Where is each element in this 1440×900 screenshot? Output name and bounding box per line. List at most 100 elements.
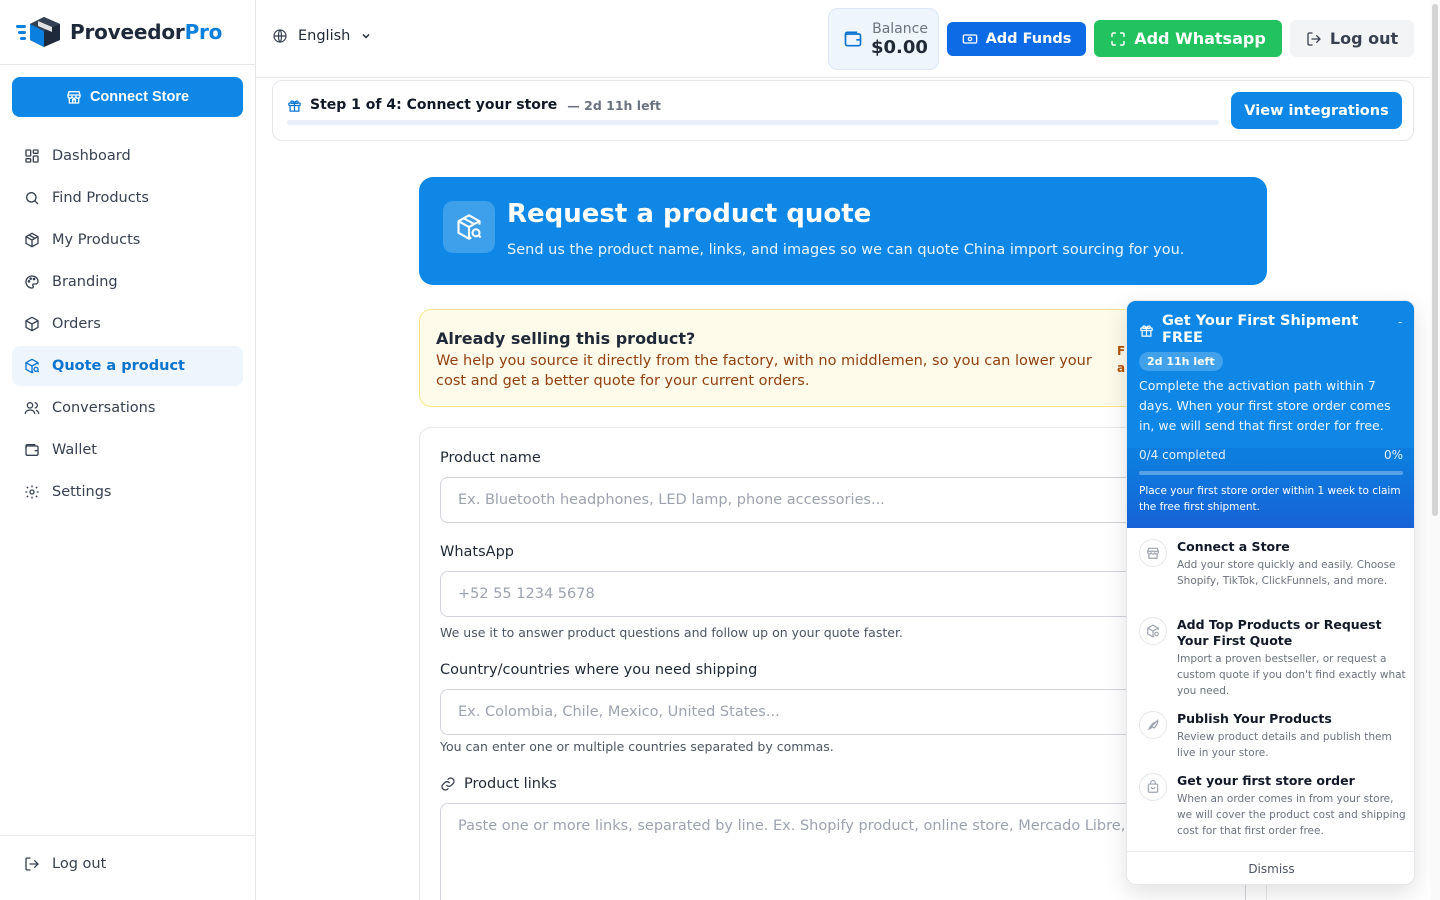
sidebar-item-label: Quote a product bbox=[52, 358, 185, 374]
popup-note: Place your first store order within 1 we… bbox=[1139, 485, 1401, 513]
gift-icon bbox=[1140, 325, 1153, 337]
dismiss-button[interactable]: Dismiss bbox=[1127, 851, 1414, 884]
logout-icon bbox=[1307, 31, 1321, 46]
balance-card[interactable]: Balance $0.00 bbox=[828, 8, 939, 70]
page-title: Request a product quote bbox=[507, 199, 872, 229]
logo-icon bbox=[16, 17, 60, 47]
popup-progress-percent: 0% bbox=[1383, 448, 1403, 462]
scrollbar-thumb[interactable] bbox=[1432, 4, 1438, 516]
connect-store-button[interactable]: Connect Store bbox=[12, 77, 243, 117]
sidebar-item-settings[interactable]: Settings bbox=[12, 472, 243, 512]
balance-value: $0.00 bbox=[871, 36, 928, 58]
sidebar-item-label: Settings bbox=[52, 484, 112, 500]
popup-minimize-button[interactable]: - bbox=[1398, 315, 1402, 329]
brand-name: ProveedorPro bbox=[70, 20, 223, 44]
sidebar-item-dashboard[interactable]: Dashboard bbox=[12, 136, 243, 176]
package-search-icon bbox=[443, 201, 495, 253]
palette-icon bbox=[24, 274, 40, 290]
dashboard-icon bbox=[24, 148, 40, 164]
task-description: When an order comes in from your store, … bbox=[1177, 793, 1406, 837]
language-label: English bbox=[298, 28, 351, 44]
wallet-icon bbox=[844, 31, 862, 47]
package-search-icon bbox=[1139, 617, 1167, 645]
link-icon bbox=[441, 777, 455, 791]
free-shipment-popup: Get Your First Shipment FREE - 2d 11h le… bbox=[1126, 300, 1415, 885]
callout-text: We help you source it directly from the … bbox=[436, 353, 1092, 389]
sidebar-item-branding[interactable]: Branding bbox=[12, 262, 243, 302]
product-links-label-text: Product links bbox=[464, 776, 557, 792]
sidebar-divider bbox=[0, 64, 255, 65]
add-funds-button[interactable]: Add Funds bbox=[947, 22, 1086, 56]
callout-title: Already selling this product? bbox=[436, 329, 696, 348]
product-links-label: Product links bbox=[440, 776, 557, 792]
step-time-left: — 2d 11h left bbox=[567, 97, 661, 113]
sidebar-item-orders[interactable]: Orders bbox=[12, 304, 243, 344]
add-whatsapp-label: Add Whatsapp bbox=[1134, 29, 1266, 48]
gear-icon bbox=[24, 484, 40, 500]
sidebar-logout-label: Log out bbox=[52, 856, 107, 872]
page-subtitle: Send us the product name, links, and ima… bbox=[507, 242, 1185, 258]
language-selector[interactable]: English bbox=[272, 28, 372, 44]
add-funds-label: Add Funds bbox=[985, 31, 1072, 47]
task-description: Review product details and publish them … bbox=[1177, 731, 1392, 759]
task-publish-products[interactable]: Publish Your Products Review product det… bbox=[1139, 711, 1407, 763]
countries-help-text: You can enter one or multiple countries … bbox=[440, 739, 834, 754]
sidebar-item-wallet[interactable]: Wallet bbox=[12, 430, 243, 470]
store-icon bbox=[1139, 539, 1167, 567]
brand-logo[interactable]: ProveedorPro bbox=[16, 14, 222, 50]
quote-hero-banner: Request a product quote Send us the prod… bbox=[419, 177, 1267, 285]
gift-icon bbox=[288, 99, 301, 112]
view-integrations-button[interactable]: View integrations bbox=[1231, 92, 1402, 129]
sidebar-item-conversations[interactable]: Conversations bbox=[12, 388, 243, 428]
store-icon bbox=[67, 91, 81, 104]
sidebar-item-label: My Products bbox=[52, 232, 141, 248]
onboarding-step-banner: Step 1 of 4: Connect your store — 2d 11h… bbox=[272, 80, 1414, 141]
product-name-label: Product name bbox=[440, 450, 541, 466]
countries-label: Country/countries where you need shippin… bbox=[440, 662, 758, 678]
sidebar-item-my-products[interactable]: My Products bbox=[12, 220, 243, 260]
step-progress-bar bbox=[287, 120, 1219, 125]
task-title: Publish Your Products bbox=[1177, 711, 1332, 726]
wallet-icon bbox=[24, 442, 40, 458]
product-links-placeholder: Paste one or more links, separated by li… bbox=[458, 818, 1156, 834]
chevron-down-icon bbox=[362, 33, 370, 39]
sidebar: ProveedorPro Connect Store Dashboard Fin… bbox=[0, 0, 256, 900]
sidebar-item-label: Orders bbox=[52, 316, 101, 332]
sidebar-item-label: Find Products bbox=[52, 190, 149, 206]
countries-placeholder: Ex. Colombia, Chile, Mexico, United Stat… bbox=[458, 704, 780, 720]
task-title: Get your first store order bbox=[1177, 773, 1355, 788]
task-add-products[interactable]: Add Top Products or Request Your First Q… bbox=[1139, 617, 1407, 701]
sidebar-nav: Dashboard Find Products My Products Bran… bbox=[12, 136, 243, 514]
sidebar-item-find-products[interactable]: Find Products bbox=[12, 178, 243, 218]
connect-store-label: Connect Store bbox=[89, 89, 190, 105]
popup-time-badge: 2d 11h left bbox=[1139, 352, 1223, 371]
popup-description: Complete the activation path within 7 da… bbox=[1139, 378, 1391, 433]
task-title: Add Top Products or Request Your First Q… bbox=[1177, 617, 1382, 648]
task-title: Connect a Store bbox=[1177, 539, 1290, 554]
step-title: Step 1 of 4: Connect your store bbox=[310, 97, 558, 113]
sidebar-item-label: Wallet bbox=[52, 442, 97, 458]
callout-truncated-text: Fa bbox=[1117, 344, 1126, 375]
scan-icon bbox=[1111, 31, 1125, 46]
sidebar-item-label: Branding bbox=[52, 274, 118, 290]
task-connect-store[interactable]: Connect a Store Add your store quickly a… bbox=[1139, 539, 1407, 607]
balance-label: Balance bbox=[872, 20, 928, 37]
box-icon bbox=[24, 232, 40, 248]
package-search-icon bbox=[24, 358, 40, 374]
page-scrollbar[interactable] bbox=[1430, 0, 1440, 900]
shopping-bag-icon bbox=[1139, 773, 1167, 801]
logout-icon bbox=[25, 857, 39, 871]
sidebar-item-quote-a-product[interactable]: Quote a product bbox=[12, 346, 243, 386]
users-icon bbox=[24, 400, 40, 416]
rocket-icon bbox=[1139, 711, 1167, 739]
sidebar-item-label: Dashboard bbox=[52, 148, 131, 164]
top-header: English Balance $0.00 Add Funds Add What… bbox=[256, 0, 1440, 78]
sidebar-logout-button[interactable]: Log out bbox=[24, 856, 106, 872]
header-logout-button[interactable]: Log out bbox=[1290, 20, 1414, 57]
banknote-icon bbox=[962, 34, 977, 44]
whatsapp-label: WhatsApp bbox=[440, 544, 514, 560]
task-first-order[interactable]: Get your first store order When an order… bbox=[1139, 773, 1407, 841]
popup-progress-row: 0/4 completed 0% bbox=[1139, 448, 1403, 462]
add-whatsapp-button[interactable]: Add Whatsapp bbox=[1094, 20, 1282, 57]
task-description: Import a proven bestseller, or request a… bbox=[1177, 653, 1406, 697]
